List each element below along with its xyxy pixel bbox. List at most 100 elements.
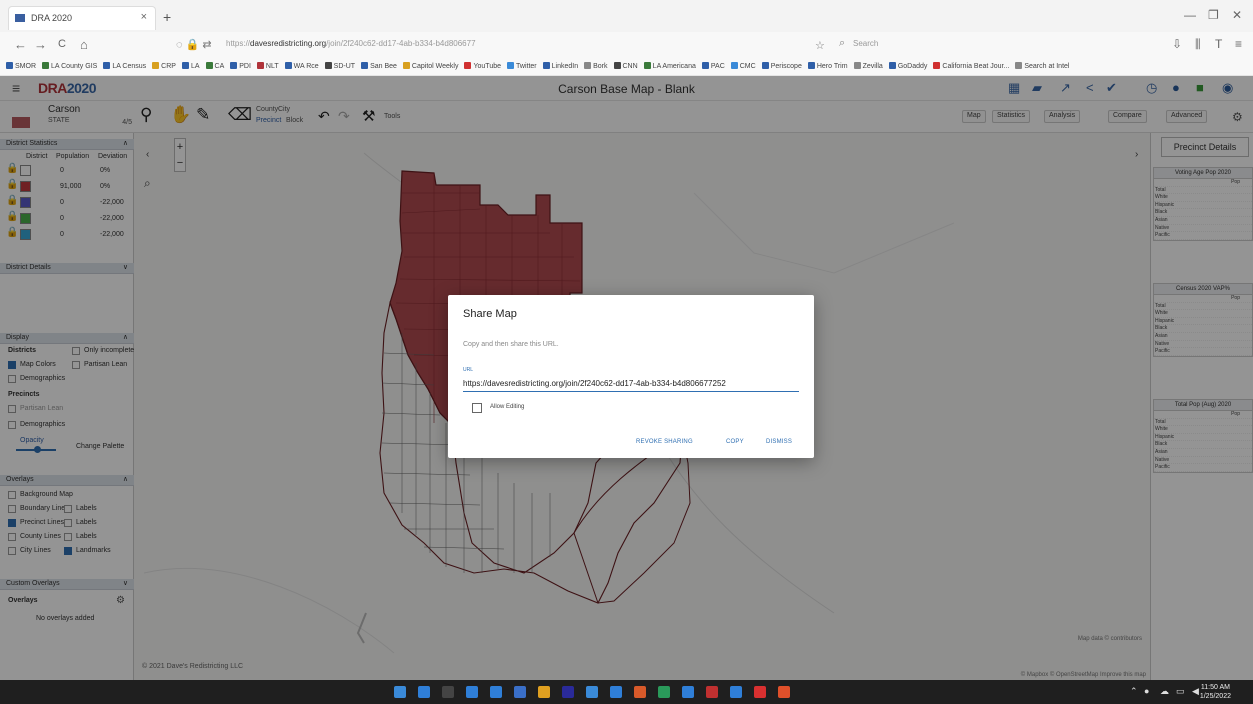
search-box[interactable]: ⌕ Search xyxy=(835,36,1165,54)
bookmark-favicon-icon xyxy=(324,62,332,69)
start-windows-icon[interactable] xyxy=(394,686,406,698)
bookmark-item[interactable]: CMC xyxy=(730,62,756,70)
minimize-icon[interactable]: — xyxy=(1184,8,1196,22)
site-info-icon[interactable]: ◌ 🔒 ⇄ xyxy=(176,38,212,51)
revoke-sharing-button[interactable]: REVOKE SHARING xyxy=(636,439,693,445)
taskbar-app-icon[interactable] xyxy=(442,686,454,698)
taskbar-app-icon[interactable] xyxy=(682,686,694,698)
bookmark-favicon-icon xyxy=(284,62,292,69)
network-icon[interactable]: ▭ xyxy=(1176,686,1185,697)
taskbar-app-icon[interactable] xyxy=(658,686,670,698)
windows-taskbar: ⌃ ● ☁ ▭ ◀ 11:50 AM 1/25/2022 xyxy=(0,680,1253,704)
bookmark-item[interactable]: LA Americana xyxy=(643,62,696,70)
taskbar-app-icon[interactable] xyxy=(754,686,766,698)
bookmark-item[interactable]: PAC xyxy=(701,62,725,70)
bookmark-item[interactable]: Capitol Weekly xyxy=(402,62,459,70)
bookmark-item[interactable]: LA Census xyxy=(103,62,146,70)
close-window-icon[interactable]: ✕ xyxy=(1232,8,1242,22)
bookmark-item[interactable]: Hero Trim xyxy=(807,62,848,70)
share-map-dialog: Share Map Copy and then share this URL. … xyxy=(448,295,814,458)
bookmark-label: CRP xyxy=(161,63,176,70)
taskbar-app-icon[interactable] xyxy=(490,686,502,698)
bookmark-item[interactable]: NLT xyxy=(256,62,279,70)
restore-icon[interactable]: ❐ xyxy=(1208,8,1219,22)
share-url-field[interactable] xyxy=(463,376,799,392)
system-clock[interactable]: 11:50 AM 1/25/2022 xyxy=(1200,683,1231,701)
bookmark-favicon-icon xyxy=(181,62,189,69)
bookmark-item[interactable]: GoDaddy xyxy=(888,62,928,70)
address-bar[interactable]: ◌ 🔒 ⇄ https://davesredistricting.org/joi… xyxy=(170,36,810,54)
bookmark-item[interactable]: LA xyxy=(181,62,200,70)
bookmark-item[interactable]: SMOR xyxy=(6,62,36,70)
bookmark-label: LA County GIS xyxy=(51,63,98,70)
forward-button[interactable]: → xyxy=(34,37,47,52)
reload-button[interactable]: C xyxy=(58,38,66,50)
bookmark-favicon-icon xyxy=(230,62,238,69)
browser-tab[interactable]: DRA 2020 × xyxy=(8,6,156,30)
bookmark-label: NLT xyxy=(265,63,279,70)
tray-onedrive-icon[interactable]: ☁ xyxy=(1160,686,1169,697)
bookmark-favicon-icon xyxy=(807,62,815,69)
bookmark-item[interactable]: CA xyxy=(205,62,224,70)
allow-editing-checkbox[interactable] xyxy=(472,403,482,413)
bookmark-favicon-icon xyxy=(701,62,709,69)
bookmark-item[interactable]: San Bee xyxy=(361,62,397,70)
new-tab-button[interactable]: + xyxy=(163,9,171,25)
search-placeholder: Search xyxy=(853,39,879,48)
bookmark-favicon-icon xyxy=(205,62,213,69)
downloads-icon[interactable]: ⇩ xyxy=(1172,37,1182,51)
bookmark-item[interactable]: YouTube xyxy=(464,62,501,70)
bookmark-favicon-icon xyxy=(730,62,738,69)
allow-editing-label: Allow Editing xyxy=(490,404,525,410)
taskbar-app-icon[interactable] xyxy=(730,686,742,698)
bookmark-favicon-icon xyxy=(542,62,550,69)
taskbar-app-icon[interactable] xyxy=(514,686,526,698)
bookmark-item[interactable]: CRP xyxy=(152,62,176,70)
bookmark-item[interactable]: Zevilla xyxy=(853,62,883,70)
bookmark-label: SMOR xyxy=(15,63,36,70)
bookmark-favicon-icon xyxy=(402,62,410,69)
bookmark-favicon-icon xyxy=(6,62,13,69)
taskbar-app-icon[interactable] xyxy=(610,686,622,698)
back-button[interactable]: ← xyxy=(14,37,27,52)
taskbar-app-icon[interactable] xyxy=(586,686,598,698)
bookmark-item[interactable]: California Beat Jour... xyxy=(933,62,1009,70)
menu-icon[interactable]: ≡ xyxy=(1235,37,1242,51)
bookmark-item[interactable]: Periscope xyxy=(761,62,802,70)
taskbar-app-icon[interactable] xyxy=(466,686,478,698)
bookmark-favicon-icon xyxy=(256,62,264,69)
bookmark-favicon-icon xyxy=(643,62,651,69)
bookmark-label: LA Census xyxy=(112,63,147,70)
bookmark-item[interactable]: SD-UT xyxy=(324,62,355,70)
bookmark-favicon-icon xyxy=(152,62,160,69)
bookmark-item[interactable]: WA Rce xyxy=(284,62,319,70)
bookmark-item[interactable]: Search at Intel xyxy=(1015,62,1069,70)
bookmark-item[interactable]: CNN xyxy=(613,62,638,70)
bookmark-label: CMC xyxy=(739,63,756,70)
taskbar-app-icon[interactable] xyxy=(706,686,718,698)
copy-button[interactable]: COPY xyxy=(726,439,744,445)
taskbar-app-icon[interactable] xyxy=(538,686,550,698)
tray-chevron-icon[interactable]: ⌃ xyxy=(1130,686,1138,697)
bookmark-label: Capitol Weekly xyxy=(411,63,459,70)
volume-icon[interactable]: ◀ xyxy=(1192,686,1199,697)
dismiss-button[interactable]: DISMISS xyxy=(766,439,792,445)
bookmark-item[interactable]: LinkedIn xyxy=(542,62,578,70)
taskbar-app-icon[interactable] xyxy=(778,686,790,698)
bookmark-label: GoDaddy xyxy=(897,63,928,70)
taskbar-app-icon[interactable] xyxy=(418,686,430,698)
taskbar-app-icon[interactable] xyxy=(634,686,646,698)
home-button[interactable]: ⌂ xyxy=(80,37,88,52)
bookmark-item[interactable]: PDI xyxy=(230,62,251,70)
bookmark-item[interactable]: LA County GIS xyxy=(42,62,97,70)
taskbar-app-icon[interactable] xyxy=(562,686,574,698)
tab-close-icon[interactable]: × xyxy=(141,11,147,23)
bookmark-star-icon[interactable]: ☆ xyxy=(815,39,825,52)
dialog-subtitle: Copy and then share this URL. xyxy=(463,341,559,348)
library-icon[interactable]: ⫼ xyxy=(1195,37,1201,52)
tray-app-icon[interactable]: ● xyxy=(1144,686,1149,696)
bookmark-item[interactable]: Bork xyxy=(584,62,608,70)
extension-icon[interactable]: T xyxy=(1215,37,1222,51)
bookmark-item[interactable]: Twitter xyxy=(507,62,537,70)
tab-favicon-icon xyxy=(15,14,25,22)
